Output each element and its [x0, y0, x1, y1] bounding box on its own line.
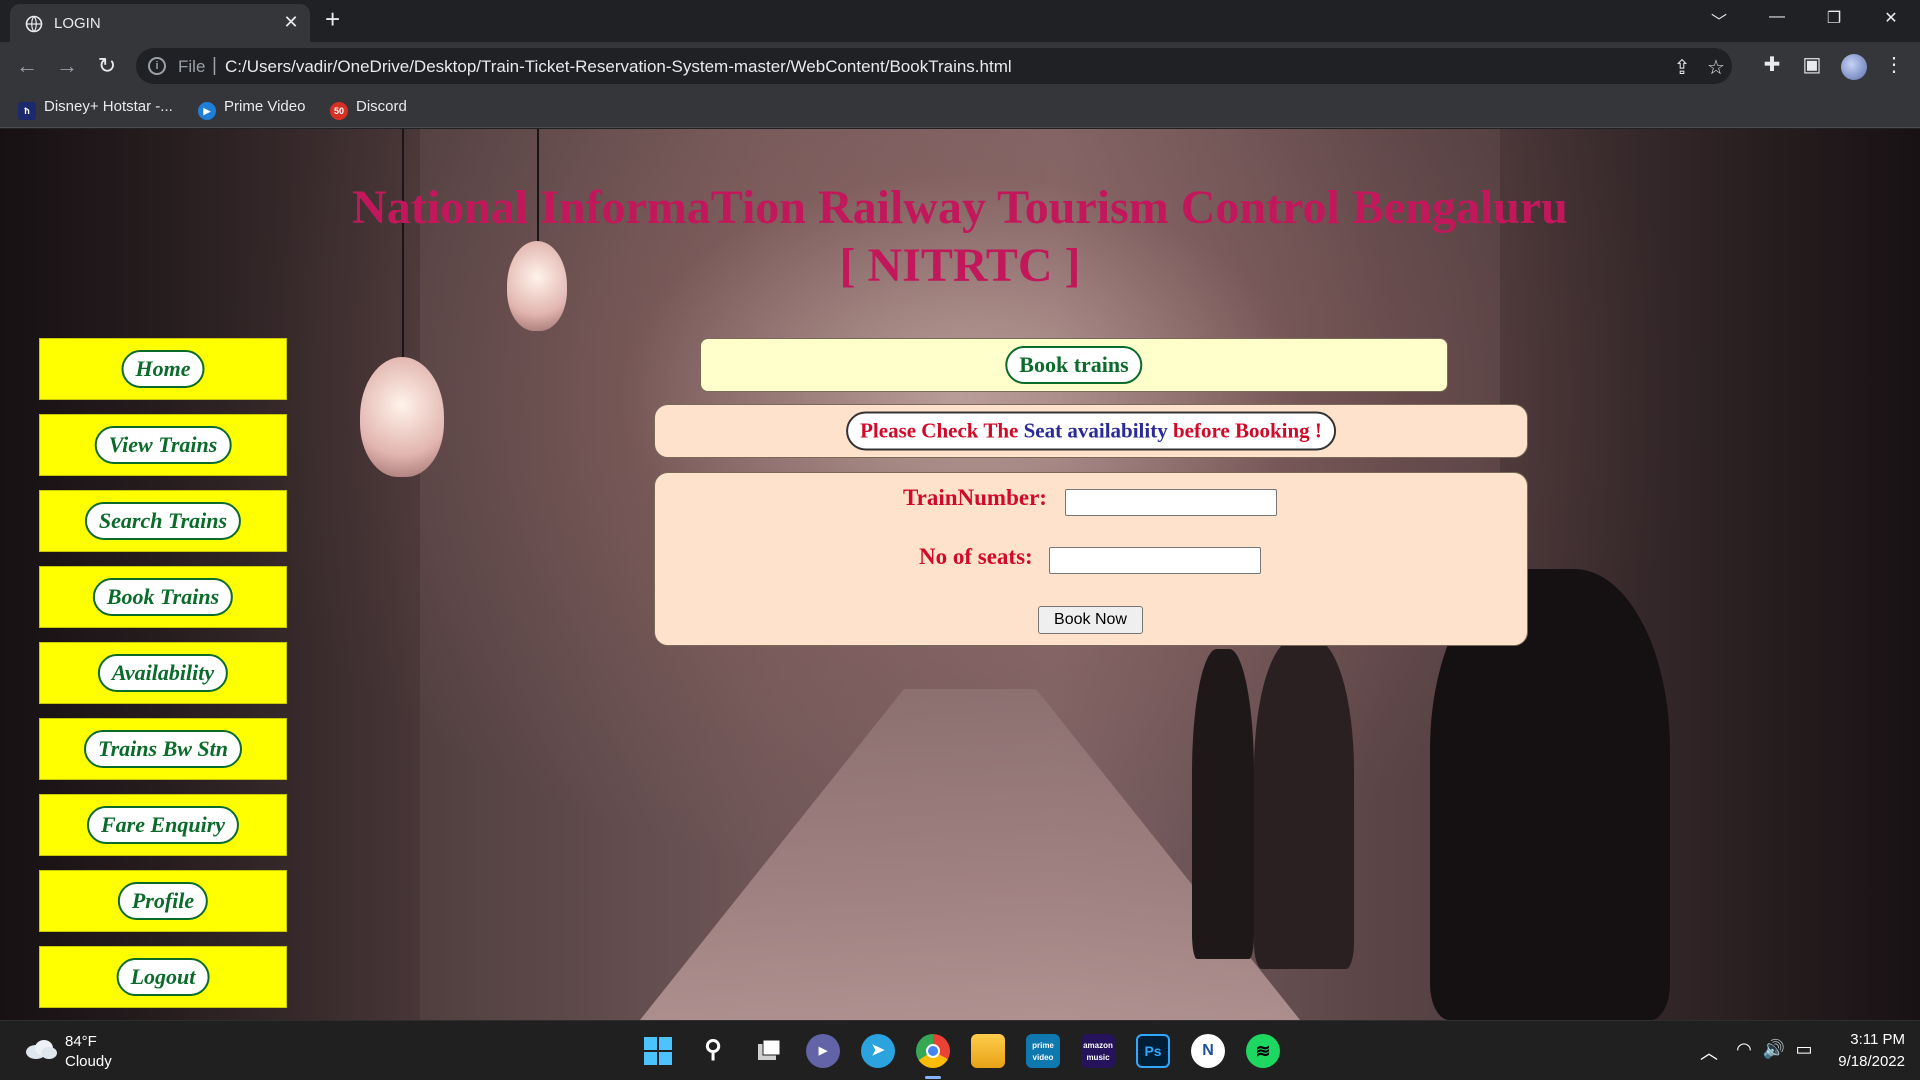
bookmark-hotstar[interactable]: ħ Disney+ Hotstar -... [18, 98, 173, 120]
person-silhouette-2 [1254, 639, 1354, 969]
availability-notice-panel: Please Check The Seat availability befor… [654, 404, 1528, 458]
photoshop-icon[interactable]: Ps [1136, 1034, 1170, 1068]
restore-button[interactable]: ❐ [1819, 8, 1849, 28]
sidebar-item-profile[interactable]: Profile [39, 870, 287, 932]
close-window-button[interactable]: ✕ [1876, 8, 1906, 28]
cloud-icon[interactable] [24, 1038, 58, 1060]
clock-time[interactable]: 3:11 PM [1835, 1031, 1905, 1048]
extensions-icon[interactable]: ✚ [1758, 52, 1786, 77]
site-title: National InformaTion Railway Tourism Con… [0, 179, 1920, 295]
prime-video-app-icon[interactable]: prime video [1026, 1034, 1060, 1068]
app-n-icon[interactable]: N [1191, 1034, 1225, 1068]
file-explorer-icon[interactable] [971, 1034, 1005, 1068]
discord-icon: 50 [330, 102, 348, 120]
start-icon[interactable] [641, 1034, 675, 1068]
new-tab-button[interactable]: + [325, 4, 340, 35]
back-icon[interactable]: ← [13, 52, 41, 80]
reload-icon[interactable]: ↻ [93, 52, 121, 80]
notice-text-2: before Booking ! [1167, 418, 1322, 443]
address-bar[interactable]: i File | C:/Users/vadir/OneDrive/Desktop… [136, 48, 1732, 84]
chrome-icon[interactable] [916, 1034, 950, 1068]
sidebar-item-logout[interactable]: Logout [39, 946, 287, 1008]
url-scheme: File [178, 57, 206, 76]
sidebar-item-search-trains[interactable]: Search Trains [39, 490, 287, 552]
windows-taskbar: 84°F Cloudy ⚲ ▶ ➤ prime video amazon mus… [0, 1020, 1920, 1080]
forward-icon[interactable]: → [53, 52, 81, 80]
booking-form: TrainNumber: No of seats: Book Now [654, 472, 1528, 646]
side-panel-icon[interactable]: ▣ [1798, 52, 1826, 77]
profile-avatar[interactable] [1841, 54, 1867, 80]
availability-notice: Please Check The Seat availability befor… [846, 411, 1336, 451]
sidebar-item-label[interactable]: Fare Enquiry [86, 806, 240, 844]
sidebar-item-label[interactable]: Availability [97, 654, 229, 692]
book-trains-heading: Book trains [1005, 346, 1143, 384]
sidebar-item-label[interactable]: Profile [117, 882, 209, 920]
url-text[interactable]: C:/Users/vadir/OneDrive/Desktop/Train-Ti… [225, 57, 1012, 77]
hanging-lightbulb-2 [360, 357, 444, 477]
search-icon[interactable]: ⚲ [696, 1034, 730, 1068]
clock-date[interactable]: 9/18/2022 [1815, 1053, 1905, 1070]
share-icon[interactable]: ⇪ [1670, 55, 1694, 80]
chrome-center [926, 1044, 940, 1058]
seat-availability-link[interactable]: Seat availability [1024, 419, 1168, 443]
book-now-button[interactable]: Book Now [1038, 606, 1143, 634]
prime-video-icon: ▶ [198, 102, 216, 120]
tab-search-icon[interactable]: ﹀ [1704, 8, 1734, 32]
task-view-icon[interactable] [752, 1034, 786, 1068]
info-icon[interactable]: i [148, 57, 166, 75]
sidebar-item-label[interactable]: Trains Bw Stn [83, 730, 243, 768]
train-number-input[interactable] [1065, 489, 1277, 516]
sidebar-item-label[interactable]: Home [121, 350, 205, 388]
browser-toolbar: ← → ↻ i File | C:/Users/vadir/OneDrive/D… [0, 42, 1920, 90]
volume-icon[interactable]: 🔊 [1761, 1039, 1787, 1060]
sidebar-item-home[interactable]: Home [39, 338, 287, 400]
windows-logo-icon [644, 1037, 672, 1065]
telegram-icon[interactable]: ➤ [861, 1034, 895, 1068]
book-trains-header: Book trains [700, 338, 1448, 392]
sidebar-item-label[interactable]: Search Trains [84, 502, 242, 540]
chevron-up-icon[interactable]: ︿ [1696, 1039, 1722, 1065]
minimize-button[interactable]: — [1762, 8, 1792, 26]
sidebar-item-book-trains[interactable]: Book Trains [39, 566, 287, 628]
seats-input[interactable] [1049, 547, 1261, 574]
site-title-line1: National InformaTion Railway Tourism Con… [352, 181, 1568, 234]
menu-kebab-icon[interactable]: ⋮ [1880, 52, 1908, 77]
sidebar-item-label[interactable]: Logout [116, 958, 210, 996]
wifi-icon[interactable]: ◠ [1731, 1039, 1757, 1060]
page-viewport: National InformaTion Railway Tourism Con… [0, 129, 1920, 1020]
hotstar-icon: ħ [18, 102, 36, 120]
sidebar-item-label[interactable]: Book Trains [92, 578, 234, 616]
active-app-indicator [925, 1076, 941, 1079]
spotify-icon[interactable]: ≋ [1246, 1034, 1280, 1068]
sidebar-item-availability[interactable]: Availability [39, 642, 287, 704]
url-separator: | [212, 55, 217, 76]
battery-icon[interactable]: ▭ [1791, 1039, 1817, 1060]
seats-label: No of seats: [919, 544, 1033, 569]
train-number-label: TrainNumber: [903, 485, 1047, 510]
sidebar-item-trains-bw-stn[interactable]: Trains Bw Stn [39, 718, 287, 780]
tab-title: LOGIN [54, 15, 101, 32]
notice-text-1: Please Check The [860, 418, 1024, 443]
browser-titlebar: LOGIN ✕ + ﹀ — ❐ ✕ [0, 0, 1920, 42]
bookmark-star-icon[interactable]: ☆ [1704, 55, 1728, 80]
task-view-glyph-icon [758, 1039, 781, 1060]
sidebar-item-fare-enquiry[interactable]: Fare Enquiry [39, 794, 287, 856]
teams-chat-icon[interactable]: ▶ [806, 1034, 840, 1068]
amazon-music-icon[interactable]: amazon music [1081, 1034, 1115, 1068]
globe-icon [25, 15, 43, 33]
browser-tab[interactable]: LOGIN ✕ [10, 4, 310, 42]
person-silhouette-1 [1192, 649, 1254, 959]
site-title-line2: [ NITRTC ] [839, 239, 1081, 292]
bookmark-prime-video[interactable]: ▶ Prime Video [198, 98, 305, 120]
sidebar-item-view-trains[interactable]: View Trains [39, 414, 287, 476]
close-tab-icon[interactable]: ✕ [280, 12, 302, 33]
weather-condition[interactable]: Cloudy [65, 1053, 112, 1070]
bookmarks-bar: ħ Disney+ Hotstar -... ▶ Prime Video 50 Dis… [0, 90, 1920, 128]
sidebar-item-label[interactable]: View Trains [94, 426, 232, 464]
bookmark-discord[interactable]: 50 Discord [330, 98, 407, 120]
weather-temperature[interactable]: 84°F [65, 1033, 97, 1050]
